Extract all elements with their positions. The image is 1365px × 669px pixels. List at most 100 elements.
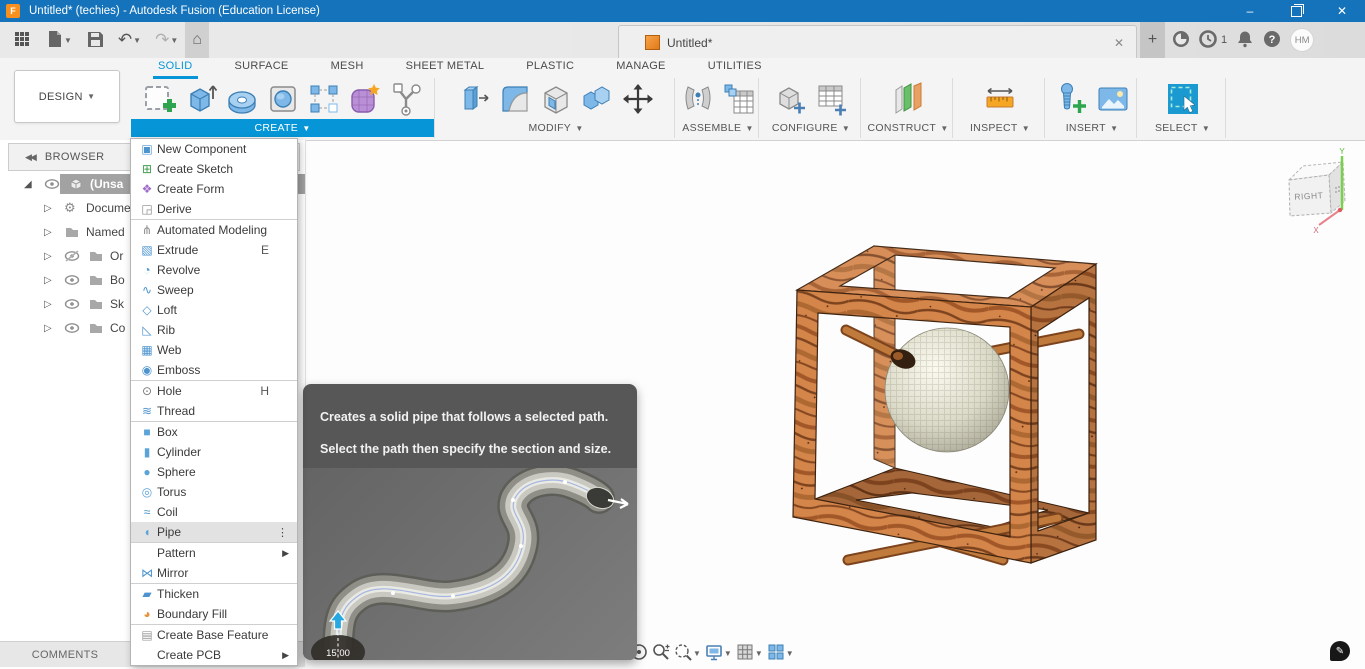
menu-item-rib[interactable]: ◺ Rib [131,320,297,340]
chevron-down-icon[interactable]: ▼ [170,36,178,45]
restore-button[interactable] [1273,0,1319,22]
menu-item-pattern[interactable]: Pattern ▶ [131,543,297,563]
move-tool-icon[interactable] [619,80,657,118]
pattern-tool-icon[interactable] [305,80,343,118]
measure-tool-icon[interactable] [981,80,1019,118]
chevron-down-icon[interactable]: ▼ [786,649,794,658]
ribbon-tab-sheet-metal[interactable]: SHEET METAL [385,58,506,78]
ribbon-tab-solid[interactable]: SOLID [137,58,214,79]
menu-item-create-sketch[interactable]: ⊞ Create Sketch [131,159,297,179]
ribbon-group-label-insert[interactable]: INSERT ▼ [1048,119,1136,137]
grid-display-nav-button[interactable]: ▼ [736,643,763,664]
menu-item-derive[interactable]: ◲ Derive [131,199,297,219]
chevron-down-icon[interactable]: ▼ [693,649,701,658]
create-sketch-tool-icon[interactable] [141,80,179,118]
avatar[interactable]: HM [1290,28,1315,52]
menu-item-loft[interactable]: ◇ Loft [131,300,297,320]
visibility-eye-icon[interactable] [64,322,80,341]
visibility-eye-icon[interactable] [64,298,80,317]
undo-button[interactable]: ↶ ▼ [111,25,148,55]
ribbon-tab-plastic[interactable]: PLASTIC [505,58,595,78]
fillet-tool-icon[interactable] [496,80,534,118]
expand-closed-icon[interactable]: ▷ [44,203,52,214]
ribbon-tab-surface[interactable]: SURFACE [214,58,310,78]
visibility-eye-icon[interactable] [64,250,80,269]
chevron-down-icon[interactable]: ▼ [133,36,141,45]
ribbon-group-label-inspect[interactable]: INSPECT ▼ [956,119,1044,137]
expand-closed-icon[interactable]: ▷ [44,251,52,262]
menu-item-thicken[interactable]: ▰ Thicken [131,584,297,604]
kebab-menu-icon[interactable]: ⋮ [277,526,288,539]
menu-item-pipe[interactable]: ◖ Pipe ⋮ [131,522,297,542]
menu-item-torus[interactable]: ◎ Torus [131,482,297,502]
ribbon-group-label-modify[interactable]: MODIFY ▼ [438,119,674,137]
chevron-down-icon[interactable]: ▼ [724,649,732,658]
help-icon[interactable]: ? [1263,30,1281,51]
ribbon-group-label-create[interactable]: CREATE ▼ [131,119,434,137]
menu-item-emboss[interactable]: ◉ Emboss [131,360,297,380]
zoom-nav-button[interactable] [652,643,670,664]
shell-tool-icon[interactable] [537,80,575,118]
visibility-eye-icon[interactable] [44,178,60,197]
expand-open-icon[interactable]: ◢ [24,179,32,190]
display-settings-nav-button[interactable]: ▼ [705,643,732,664]
expand-closed-icon[interactable]: ▷ [44,275,52,286]
job-status-icon[interactable] [1199,29,1217,51]
menu-item-sweep[interactable]: ∿ Sweep [131,280,297,300]
ribbon-tab-manage[interactable]: MANAGE [595,58,686,78]
expand-closed-icon[interactable]: ▷ [44,227,52,238]
component-table-tool-icon[interactable] [720,80,758,118]
ribbon-group-label-configure[interactable]: CONFIGURE ▼ [762,119,860,137]
menu-item-create-base-feature[interactable]: ▤ Create Base Feature [131,625,297,645]
combine-tool-icon[interactable] [578,80,616,118]
file-new-button[interactable]: ▼ [38,25,79,55]
canvas-tool-icon[interactable] [1094,80,1132,118]
press-pull-tool-icon[interactable] [455,80,493,118]
tab-close-icon[interactable]: ✕ [1114,36,1124,50]
menu-item-box[interactable]: ■ Box [131,422,297,442]
extrude-tool-icon[interactable] [182,80,220,118]
redo-button[interactable]: ↷ ▼ [148,25,185,55]
automated-modeling-tool-icon[interactable] [387,80,425,118]
save-button[interactable] [79,25,111,55]
menu-item-thread[interactable]: ≋ Thread [131,401,297,421]
ribbon-group-label-construct[interactable]: CONSTRUCT ▼ [864,119,952,137]
configuration-table-tool-icon[interactable] [813,80,851,118]
configuration-tool-icon[interactable] [772,80,810,118]
minimize-button[interactable]: – [1227,0,1273,22]
menu-item-cylinder[interactable]: ▮ Cylinder [131,442,297,462]
menu-item-create-form[interactable]: ❖ Create Form [131,179,297,199]
expand-closed-icon[interactable]: ▷ [44,323,52,334]
joint-tool-icon[interactable] [679,80,717,118]
revolve-tool-icon[interactable] [223,80,261,118]
menu-item-web[interactable]: ▦ Web [131,340,297,360]
menu-item-coil[interactable]: ≈ Coil [131,502,297,522]
zoom-window-nav-button[interactable]: ▼ [674,643,701,664]
chevron-down-icon[interactable]: ▼ [64,36,72,45]
ribbon-tab-mesh[interactable]: MESH [310,58,385,78]
view-cube[interactable]: RIGHT Y X [1283,146,1365,242]
expand-closed-icon[interactable]: ▷ [44,299,52,310]
menu-item-revolve[interactable]: ◔ Revolve [131,260,297,280]
ribbon-tab-utilities[interactable]: UTILITIES [687,58,783,78]
collapse-panel-icon[interactable]: ◀◀ [25,152,37,163]
viewport-model[interactable] [788,228,1104,572]
ribbon-group-label-select[interactable]: SELECT ▼ [1140,119,1225,137]
feedback-pencil-badge[interactable]: ✎ [1330,641,1350,661]
document-tab[interactable]: Untitled* ✕ [618,25,1137,59]
close-button[interactable]: ✕ [1319,0,1365,22]
construction-plane-tool-icon[interactable] [889,80,927,118]
menu-item-sphere[interactable]: ● Sphere [131,462,297,482]
workspace-selector[interactable]: DESIGN ▼ [14,70,120,123]
menu-item-mirror[interactable]: ⋈ Mirror [131,563,297,583]
visibility-eye-icon[interactable] [64,274,80,293]
menu-item-automated-modeling[interactable]: ⋔ Automated Modeling [131,220,297,240]
menu-item-extrude[interactable]: ▧ Extrude E [131,240,297,260]
create-form-tool-icon[interactable] [346,80,384,118]
chevron-down-icon[interactable]: ▼ [755,649,763,658]
menu-item-boundary-fill[interactable]: ◕ Boundary Fill [131,604,297,624]
notifications-bell-icon[interactable] [1236,30,1254,51]
menu-item-create-pcb[interactable]: Create PCB ▶ [131,645,297,665]
app-grid-button[interactable] [6,25,38,55]
hole-tool-icon[interactable] [264,80,302,118]
